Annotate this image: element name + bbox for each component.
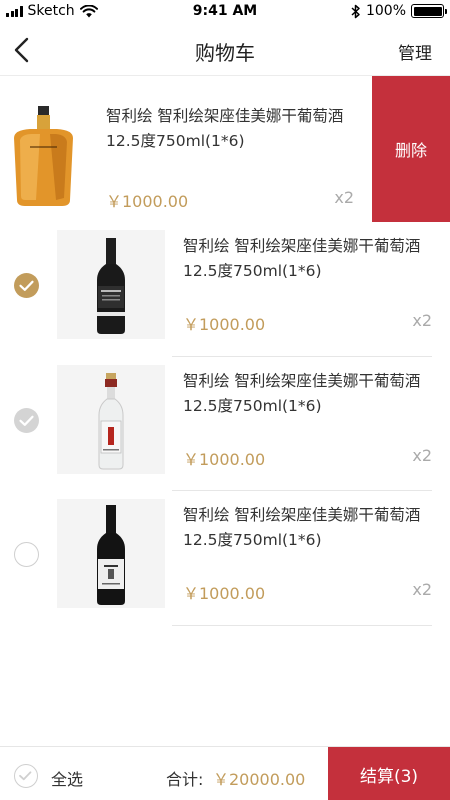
product-name: 智利绘 智利绘架座佳美娜干葡萄酒12.5度750ml(1*6)	[183, 237, 421, 280]
checkmark-icon	[19, 771, 32, 781]
delete-button[interactable]: 删除	[372, 76, 450, 222]
product-price: ￥1000.00	[183, 315, 266, 334]
cart-item[interactable]: 智利绘 智利绘架座佳美娜干葡萄酒12.5度750ml(1*6) ￥1000.00…	[0, 491, 450, 626]
item-checkbox[interactable]	[14, 542, 39, 567]
select-all-label[interactable]: 全选	[51, 766, 83, 790]
product-quantity: x2	[412, 580, 432, 599]
product-name: 智利绘 智利绘架座佳美娜干葡萄酒12.5度750ml(1*6)	[183, 506, 421, 549]
nav-bar: 购物车 管理	[0, 24, 450, 76]
checkout-button[interactable]: 结算(3)	[328, 747, 450, 800]
product-name: 智利绘 智利绘架座佳美娜干葡萄酒12.5度750ml(1*6)	[106, 107, 344, 150]
bluetooth-icon	[351, 4, 360, 18]
product-price: ￥1000.00	[106, 192, 189, 211]
product-image[interactable]	[0, 100, 87, 209]
page-title: 购物车	[195, 41, 255, 65]
product-quantity: x2	[412, 311, 432, 330]
checkout-bar: 全选 合计: ￥20000.00 结算(3)	[0, 746, 450, 800]
product-quantity: x2	[334, 188, 354, 207]
product-image[interactable]	[57, 499, 165, 608]
select-all-checkbox[interactable]	[14, 764, 38, 788]
battery-icon	[411, 4, 447, 18]
cart-item[interactable]: 智利绘 智利绘架座佳美娜干葡萄酒12.5度750ml(1*6) ￥1000.00…	[0, 357, 450, 491]
battery-percent: 100%	[365, 3, 406, 19]
total-label: 合计:	[166, 770, 204, 789]
product-image[interactable]	[57, 364, 165, 474]
cart-list: 智利绘 智利绘架座佳美娜干葡萄酒12.5度750ml(1*6) ￥1000.00…	[0, 76, 450, 626]
cart-item[interactable]: 智利绘 智利绘架座佳美娜干葡萄酒12.5度750ml(1*6) ￥1000.00…	[0, 222, 450, 357]
manage-button[interactable]: 管理	[398, 39, 432, 64]
product-price: ￥1000.00	[183, 449, 266, 469]
total-value: ￥20000.00	[213, 770, 306, 789]
checkmark-icon	[19, 280, 34, 291]
product-name: 智利绘 智利绘架座佳美娜干葡萄酒12.5度750ml(1*6)	[183, 371, 421, 415]
product-quantity: x2	[412, 445, 432, 465]
product-image[interactable]	[57, 230, 165, 339]
product-price: ￥1000.00	[183, 584, 266, 603]
checkmark-icon	[19, 415, 34, 426]
item-checkbox[interactable]	[14, 273, 39, 298]
item-checkbox[interactable]	[14, 407, 39, 433]
status-bar: Sketch 9:41 AM 100%	[0, 0, 450, 24]
divider	[172, 624, 432, 626]
cart-item[interactable]: 智利绘 智利绘架座佳美娜干葡萄酒12.5度750ml(1*6) ￥1000.00…	[0, 76, 450, 222]
status-right: 100%	[351, 3, 447, 19]
